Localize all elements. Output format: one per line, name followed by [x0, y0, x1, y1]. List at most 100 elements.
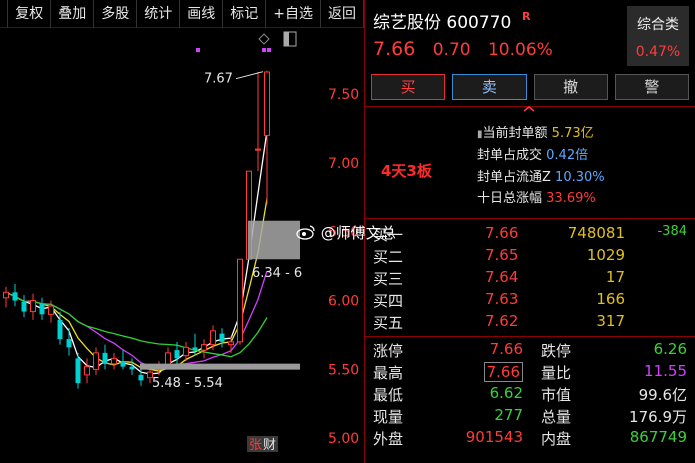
range-box: [248, 220, 300, 260]
orderbook-row[interactable]: 买一 7.66 748081 -384: [365, 224, 695, 246]
y-tick-label: 7.50: [328, 87, 359, 103]
stat-label: 外盘: [373, 430, 404, 448]
divider-line: [365, 336, 695, 337]
ma-line: [5, 198, 268, 372]
seal-label: 十日总涨幅: [477, 191, 543, 206]
candles: [3, 70, 270, 389]
stock-code: 600770: [446, 13, 512, 33]
candle: [129, 366, 135, 370]
ma-line: [5, 270, 268, 369]
orderbook-volume: 166: [596, 290, 625, 308]
seal-label: 封单占流通Z: [477, 170, 551, 185]
watermark: @师傅文总: [296, 222, 396, 243]
orderbook-volume: 748081: [567, 224, 625, 242]
sell-button[interactable]: 卖: [452, 74, 527, 100]
orderbook-label: 买四: [373, 292, 404, 310]
orderbook-price: 7.64: [485, 268, 519, 286]
stat-value: 277: [494, 406, 523, 424]
badge-zhang: 张: [249, 438, 262, 453]
seal-value: 10.30%: [555, 170, 605, 185]
collapse-chevron-icon[interactable]: [521, 104, 537, 114]
stat-value: 11.55: [644, 362, 687, 380]
stats-row: 现量 277 总量 176.9万: [365, 406, 695, 428]
restore-rights-button[interactable]: 复权: [8, 0, 52, 28]
candle: [255, 148, 261, 151]
candle: [183, 346, 189, 357]
y-tick-label: 5.00: [328, 431, 359, 447]
sector-name: 综合类: [637, 17, 679, 33]
stats-row: 涨停 7.66 跌停 6.26: [365, 340, 695, 362]
orderbook-row[interactable]: 买二 7.65 1029: [365, 246, 695, 268]
stats-row: 最高 7.66 量比 11.55: [365, 362, 695, 384]
orderbook-price: 7.65: [485, 246, 519, 264]
high-label: 7.67: [204, 72, 233, 87]
seal-value: 5.73亿: [551, 126, 594, 141]
orderbook-price: 7.63: [485, 290, 519, 308]
stat-value: 7.66: [483, 362, 523, 382]
orderbook-label: 买五: [373, 314, 404, 332]
orderbook-row[interactable]: 买四 7.63 166: [365, 290, 695, 312]
seal-label: 当前封单额: [482, 126, 548, 141]
sector-card[interactable]: 综合类 0.47%: [627, 6, 689, 66]
candle: [228, 341, 234, 346]
stat-label: 涨停: [373, 342, 404, 360]
orderbook-row[interactable]: 买五 7.62 317: [365, 312, 695, 334]
candle: [93, 352, 99, 370]
draw-line-button[interactable]: 画线: [180, 0, 224, 28]
kline-chart[interactable]: 5.48 - 5.546.34 - 67.67张财 7.507.006.506.…: [0, 28, 364, 463]
orderbook-volume: 17: [605, 268, 625, 286]
chart-toolbar: 复权 叠加 多股 统计 画线 标记 +自选 返回: [0, 0, 364, 28]
buy-button[interactable]: 买: [371, 74, 446, 100]
toolbar-blank[interactable]: [0, 0, 9, 28]
chart-annotations: 5.48 - 5.54 6.34 - 6 7.67 张财: [140, 31, 302, 453]
candle: [219, 333, 225, 342]
candle: [84, 366, 90, 376]
price-change-pct: 10.06%: [487, 40, 553, 60]
orderbook-volume: 1029: [586, 246, 625, 264]
stat-value: 176.9万: [629, 408, 687, 426]
marker-dot: [267, 48, 271, 52]
stat-label: 内盘: [541, 430, 572, 448]
y-tick-label: 7.00: [328, 156, 359, 172]
stat-label: 最低: [373, 386, 404, 404]
candle: [21, 301, 27, 312]
candle: [138, 374, 144, 381]
candle: [210, 330, 216, 346]
orderbook-price: 7.66: [485, 224, 519, 242]
high-arrow: [235, 71, 264, 80]
add-watchlist-button[interactable]: +自选: [266, 0, 321, 28]
seal-value: 33.69%: [546, 191, 596, 206]
last-price: 7.66: [373, 38, 416, 60]
sector-pct: 0.47%: [635, 44, 681, 60]
orderbook-row[interactable]: 买三 7.64 17: [365, 268, 695, 290]
candle: [75, 358, 81, 384]
stats-row: 最低 6.62 市值 99.6亿: [365, 384, 695, 406]
seal-row: 封单占流通Z 10.30%: [477, 166, 605, 185]
stock-name: 综艺股份: [373, 13, 441, 33]
y-tick-label: 5.50: [328, 362, 359, 378]
price-row: 7.66 0.70 10.06%: [373, 38, 565, 60]
support-band: [140, 363, 300, 370]
statistics-button[interactable]: 统计: [137, 0, 181, 28]
y-axis-ticks: 7.507.006.506.005.505.00: [328, 87, 359, 447]
candle: [12, 292, 18, 301]
candle: [120, 361, 126, 367]
marker-dot: [196, 48, 200, 52]
candle: [102, 352, 108, 364]
stock-title: 综艺股份 600770: [373, 8, 511, 33]
multi-stock-button[interactable]: 多股: [94, 0, 138, 28]
divider-line: [365, 218, 695, 219]
panel-toggle-icon-fill: [284, 32, 289, 46]
mark-button[interactable]: 标记: [223, 0, 267, 28]
cancel-order-button[interactable]: 撤: [533, 74, 608, 100]
candle: [39, 303, 45, 315]
seal-row: 封单占成交 0.42倍: [477, 144, 588, 163]
orderbook-volume: 317: [596, 312, 625, 330]
stat-value: 901543: [465, 428, 523, 446]
alert-button[interactable]: 警: [614, 74, 689, 100]
stat-label: 总量: [541, 408, 572, 426]
marker-dot: [262, 48, 266, 52]
overlay-button[interactable]: 叠加: [51, 0, 95, 28]
stat-value: 6.62: [489, 384, 523, 402]
back-button[interactable]: 返回: [321, 0, 364, 28]
